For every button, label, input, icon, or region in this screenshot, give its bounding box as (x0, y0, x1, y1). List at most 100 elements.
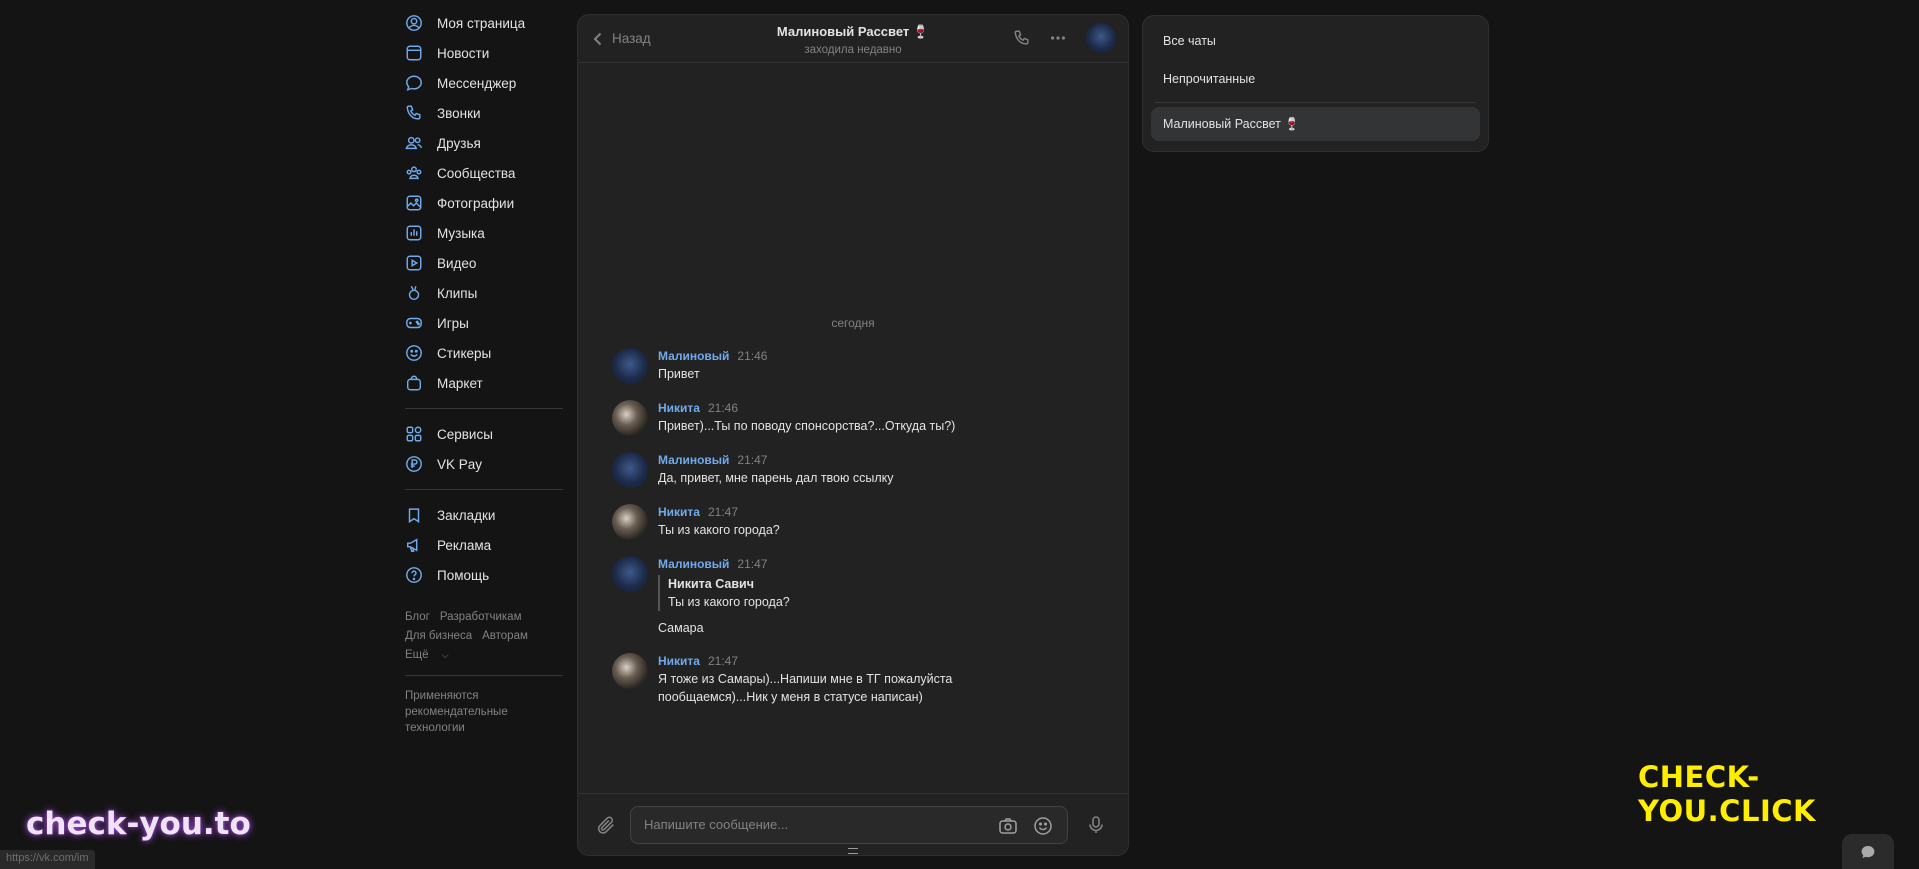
avatar[interactable] (612, 556, 648, 592)
avatar[interactable] (612, 504, 648, 540)
nav-item-clips[interactable]: Клипы (405, 278, 575, 308)
nav-item-label: Реклама (437, 537, 492, 553)
message: Малиновый 21:46 Привет (612, 348, 1112, 384)
footer-divider (405, 675, 563, 676)
avatar[interactable] (612, 653, 648, 689)
paperclip-icon (597, 816, 614, 834)
message-time: 21:46 (737, 349, 768, 363)
filter-current-chat[interactable]: Малиновый Рассвет 🍷 (1151, 107, 1480, 141)
nav-item-label: Музыка (437, 225, 485, 241)
message-author[interactable]: Никита (658, 401, 700, 415)
message-text: Привет (658, 367, 700, 381)
footer-link-blog[interactable]: Блог (405, 611, 430, 623)
message-author[interactable]: Малиновый (658, 453, 729, 467)
nav-item-services[interactable]: Сервисы (405, 419, 575, 449)
nav-item-label: Видео (437, 255, 477, 271)
footer-link-more[interactable]: Ещё ⌵ (405, 649, 459, 661)
resize-handle[interactable] (848, 848, 858, 854)
nav-item-vkpay[interactable]: VK Pay (405, 449, 575, 479)
nav-item-label: Моя страница (437, 15, 526, 31)
chat-panel: Назад Малиновый Рассвет 🍷 заходила недав… (577, 14, 1129, 856)
nav-item-photos[interactable]: Фотографии (405, 188, 575, 218)
message-text: Ты из какого города? (658, 523, 780, 537)
nav-item-my-page[interactable]: Моя страница (405, 8, 575, 38)
nav-item-label: Мессенджер (437, 75, 517, 91)
nav-item-stickers[interactable]: Стикеры (405, 338, 575, 368)
filter-unread[interactable]: Непрочитанные (1151, 62, 1480, 96)
chevron-down-icon: ⌵ (441, 650, 449, 660)
reply-quote[interactable]: Никита Савич Ты из какого города? (658, 575, 1112, 611)
footer-links: Блог Разработчикам Для бизнеса Авторам Ещё… (405, 608, 575, 665)
message-author[interactable]: Никита (658, 505, 700, 519)
nav-item-help[interactable]: Помощь (405, 560, 575, 590)
nav-item-label: Друзья (437, 135, 481, 151)
message-meta: Малиновый 21:46 (658, 348, 1112, 365)
message-time: 21:46 (707, 401, 739, 415)
camera-button[interactable] (997, 815, 1019, 837)
message-time: 21:47 (737, 557, 768, 571)
nav-item-news[interactable]: Новости (405, 38, 575, 68)
message-body: Малиновый 21:47 Никита Савич Ты из какого… (658, 556, 1112, 637)
nav-item-label: Фотографии (437, 195, 515, 211)
message-list: Малиновый 21:46 Привет Никита 21:46 Привет… (612, 348, 1112, 722)
grid-icon (405, 424, 431, 444)
nav-item-friends[interactable]: Друзья (405, 128, 575, 158)
nav-item-calls[interactable]: Звонки (405, 98, 575, 128)
nav-item-label: Маркет (437, 375, 483, 391)
nav-item-communities[interactable]: Сообщества (405, 158, 575, 188)
message-body: Малиновый 21:46 Привет (658, 348, 1112, 384)
recommendation-note: Применяются рекомендательные технологии (405, 690, 508, 734)
friends-icon (405, 133, 431, 153)
avatar[interactable] (612, 452, 648, 488)
reply-author: Никита Савич (668, 577, 754, 591)
footer-link-authors[interactable]: Авторам (482, 630, 528, 642)
nav-item-games[interactable]: Игры (405, 308, 575, 338)
message-meta: Никита 21:46 (658, 400, 1112, 417)
message-author[interactable]: Малиновый (658, 349, 729, 363)
nav-divider (405, 489, 563, 490)
message-text: Привет)...Ты по поводу спонсорства?...От… (658, 419, 956, 433)
more-button[interactable] (1044, 24, 1072, 52)
nav-item-bookmarks[interactable]: Закладки (405, 500, 575, 530)
nav-item-market[interactable]: Маркет (405, 368, 575, 398)
message: Малиновый 21:47 Никита Савич Ты из какого… (612, 556, 1112, 637)
bookmark-icon (405, 505, 431, 525)
message-icon (1861, 845, 1875, 858)
chats-float-button[interactable] (1842, 834, 1894, 869)
status-bar-url: https://vk.com/im (0, 850, 95, 869)
message: Малиновый 21:47 Да, привет, мне парень да… (612, 452, 1112, 488)
message-meta: Никита 21:47 (658, 653, 1112, 670)
back-button[interactable]: Назад (590, 31, 651, 47)
nav-item-label: VK Pay (437, 456, 483, 472)
attach-button[interactable] (592, 811, 620, 839)
back-label: Назад (612, 31, 651, 46)
peer-avatar[interactable] (1086, 23, 1116, 53)
peer-name[interactable]: Малиновый Рассвет 🍷 (777, 24, 929, 40)
emoji-button[interactable] (1032, 815, 1054, 837)
megaphone-icon (405, 535, 431, 555)
voice-message-button[interactable] (1082, 811, 1110, 839)
photo-icon (405, 193, 431, 213)
nav-item-label: Сервисы (437, 426, 493, 442)
nav-item-label: Новости (437, 45, 490, 61)
message-author[interactable]: Малиновый (658, 557, 729, 571)
footer-link-business[interactable]: Для бизнеса (405, 630, 472, 642)
footer-link-developers[interactable]: Разработчикам (440, 611, 522, 623)
avatar[interactable] (612, 400, 648, 436)
avatar[interactable] (612, 348, 648, 384)
message-input[interactable] (631, 817, 971, 832)
ruble-icon (405, 454, 431, 474)
nav-item-music[interactable]: Музыка (405, 218, 575, 248)
chat-filters-panel: Все чаты Непрочитанные Малиновый Рассвет… (1142, 15, 1489, 152)
left-navigation: Моя страница Новости Мессенджер Звонки Д… (405, 8, 575, 736)
filter-all-chats[interactable]: Все чаты (1151, 24, 1480, 58)
message-time: 21:47 (707, 654, 739, 668)
message-body: Никита 21:47 Я тоже из Самары)...Напиши м… (658, 653, 1112, 706)
message-author[interactable]: Никита (658, 654, 700, 668)
nav-item-ads[interactable]: Реклама (405, 530, 575, 560)
nav-item-messenger[interactable]: Мессенджер (405, 68, 575, 98)
message: Никита 21:47 Я тоже из Самары)...Напиши м… (612, 653, 1112, 706)
call-button[interactable] (1008, 24, 1036, 52)
footer-link-more-label: Ещё (405, 649, 429, 661)
nav-item-video[interactable]: Видео (405, 248, 575, 278)
